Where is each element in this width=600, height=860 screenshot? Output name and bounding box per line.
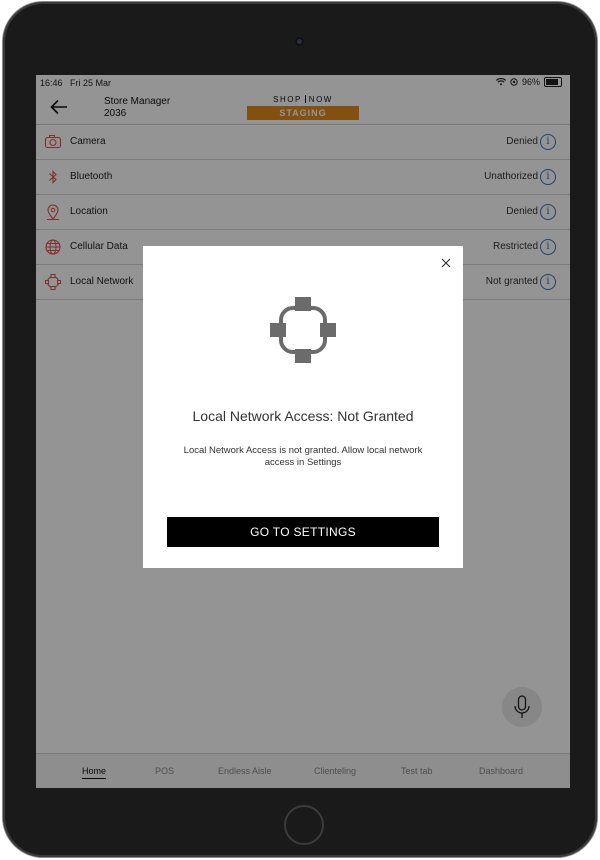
permission-dialog: Local Network Access: Not Granted Local … <box>143 246 463 568</box>
go-to-settings-button[interactable]: GO TO SETTINGS <box>167 517 439 547</box>
dialog-title: Local Network Access: Not Granted <box>192 408 414 424</box>
app-screen: 16:46 Fri 25 Mar 96% Store Manager 2036 … <box>36 75 570 788</box>
dialog-message: Local Network Access is not granted. All… <box>183 445 423 468</box>
front-camera-dot <box>295 37 304 46</box>
modal-backdrop[interactable]: Local Network Access: Not Granted Local … <box>36 75 570 788</box>
home-button[interactable] <box>284 805 324 845</box>
ipad-frame: 16:46 Fri 25 Mar 96% Store Manager 2036 … <box>3 2 597 857</box>
close-icon[interactable] <box>439 256 453 270</box>
local-network-large-icon <box>270 297 336 363</box>
